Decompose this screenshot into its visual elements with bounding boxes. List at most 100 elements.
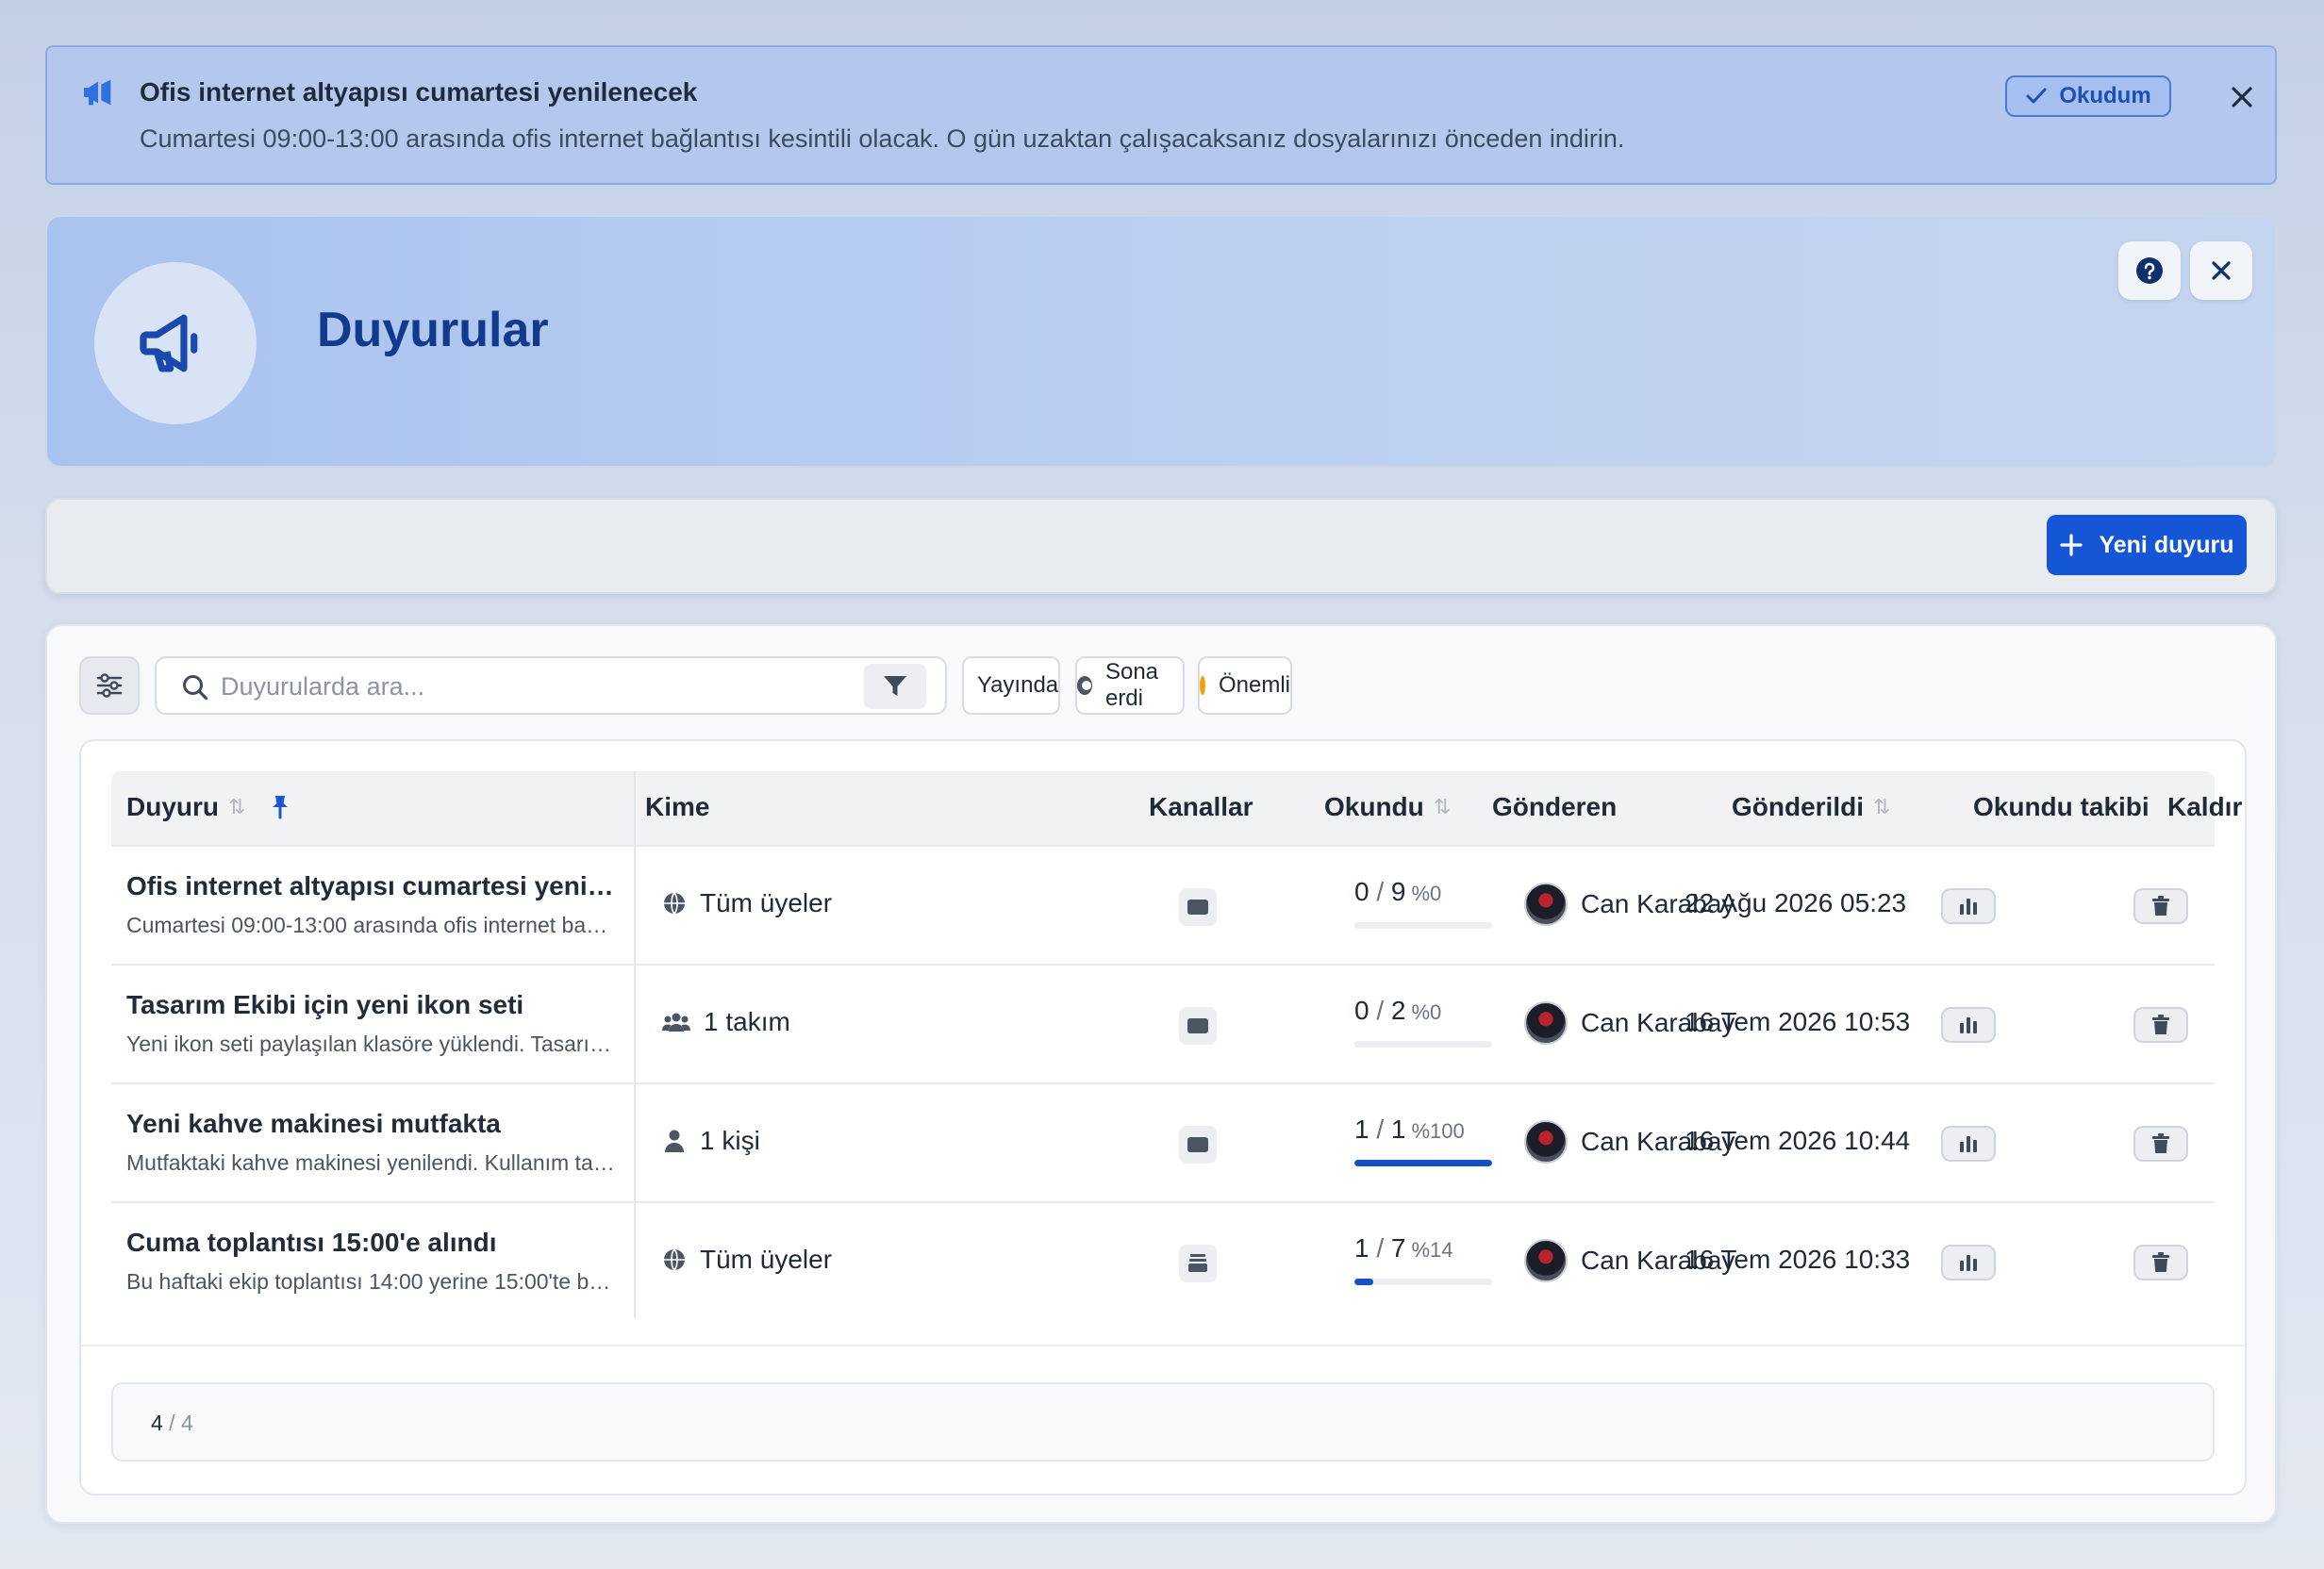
table-row[interactable]: Cuma toplantısı 15:00'e alındı Bu haftak… — [111, 1201, 2215, 1320]
banner-close-button[interactable] — [2220, 75, 2264, 119]
announcement-description: Yeni ikon seti paylaşılan klasöre yüklen… — [126, 1032, 617, 1056]
new-announcement-button[interactable]: Yeni duyuru — [2047, 515, 2247, 575]
globe-icon — [664, 1248, 685, 1271]
banner-title: Ofis internet altyapısı cumartesi yenile… — [140, 77, 698, 107]
announcement-title[interactable]: Yeni kahve makinesi mutfakta — [126, 1109, 501, 1139]
table-row[interactable]: Ofis internet altyapısı cumartesi yenile… — [111, 845, 2215, 964]
column-header-announcement[interactable]: Duyuru ⇅ — [126, 792, 292, 822]
read-tracking-button[interactable] — [1941, 1126, 1996, 1162]
header-close-button[interactable] — [2190, 241, 2252, 300]
delete-button[interactable] — [2133, 1007, 2188, 1043]
read-tracking-button[interactable] — [1941, 1245, 1996, 1280]
avatar — [1524, 883, 1568, 926]
filter-icon — [884, 676, 906, 696]
sent-date: 16 Tem 2026 10:44 — [1685, 1126, 1911, 1155]
trash-icon — [2152, 1015, 2169, 1034]
help-icon — [2136, 257, 2163, 284]
table-row[interactable]: Tasarım Ekibi için yeni ikon seti Yeni i… — [111, 964, 2215, 1082]
sent-date: 16 Tem 2026 10:53 — [1685, 1007, 1911, 1036]
close-icon — [2232, 87, 2252, 107]
avatar — [1524, 1120, 1568, 1164]
megaphone-icon — [140, 314, 198, 372]
delete-button[interactable] — [2133, 1126, 2188, 1162]
filter-chip-important[interactable]: Önemli — [1198, 656, 1292, 715]
check-icon — [2026, 88, 2047, 104]
column-header-sent[interactable]: Gönderildi ⇅ — [1732, 792, 1890, 822]
table-footer-divider — [81, 1345, 2245, 1346]
banner-text: Cumartesi 09:00-13:00 arasında ofis inte… — [140, 124, 1625, 153]
announcement-title[interactable]: Ofis internet altyapısı cumartesi yenile… — [126, 871, 617, 901]
sort-icon: ⇅ — [1433, 795, 1452, 818]
delete-button[interactable] — [2133, 1245, 2188, 1280]
column-header-read[interactable]: Okundu ⇅ — [1324, 792, 1451, 822]
row-count: 4 / 4 — [151, 1411, 193, 1435]
recipients: 1 takım — [662, 1007, 790, 1037]
channel-inapp-icon — [1179, 1126, 1217, 1164]
plus-icon — [2060, 534, 2083, 556]
search-box — [155, 656, 947, 715]
announcements-table: Duyuru ⇅ Kime Kanallar Okundu ⇅ Gönderen — [79, 739, 2247, 1495]
bar-chart-icon — [1960, 1017, 1977, 1033]
channel-inapp-icon — [1179, 1007, 1217, 1045]
recipients: Tüm üyeler — [662, 888, 832, 918]
filter-chip-expired[interactable]: Sona erdi — [1075, 656, 1185, 715]
notification-banner: Ofis internet altyapısı cumartesi yenile… — [45, 45, 2277, 185]
help-button[interactable] — [2118, 241, 2181, 300]
pin-icon[interactable] — [268, 794, 292, 820]
announcements-panel: Yayında Sona erdi Önemli Duyuru ⇅ K — [45, 624, 2277, 1524]
channel-inapp-icon — [1179, 888, 1217, 926]
globe-icon — [664, 892, 685, 915]
table-row[interactable]: Yeni kahve makinesi mutfakta Mutfaktaki … — [111, 1082, 2215, 1201]
read-progress-bar — [1354, 1041, 1492, 1048]
header-icon-circle — [94, 262, 257, 424]
warning-circle-icon — [1200, 676, 1211, 695]
trash-icon — [2152, 1133, 2169, 1153]
announcement-description: Mutfaktaki kahve makinesi yenilendi. Kul… — [126, 1150, 617, 1175]
avatar — [1524, 1001, 1568, 1045]
read-progress-bar — [1354, 922, 1492, 929]
read-tracking-button[interactable] — [1941, 1007, 1996, 1043]
person-icon — [665, 1130, 684, 1152]
page-header: Duyurular — [45, 215, 2277, 468]
chip-label: Yayında — [976, 672, 1059, 698]
sent-date: 22 Ağu 2026 05:23 — [1685, 888, 1907, 917]
read-count: 0 / 2 %0 — [1354, 996, 1442, 1025]
filter-chip-published[interactable]: Yayında — [962, 656, 1060, 715]
bar-chart-icon — [1960, 899, 1977, 915]
column-header-channels: Kanallar — [1149, 792, 1253, 821]
action-toolbar: Yeni duyuru — [45, 498, 2277, 594]
announcement-title[interactable]: Tasarım Ekibi için yeni ikon seti — [126, 990, 523, 1020]
sort-icon: ⇅ — [228, 795, 246, 818]
bar-chart-icon — [1960, 1255, 1977, 1271]
read-count: 0 / 9 %0 — [1354, 877, 1442, 906]
sort-icon: ⇅ — [1873, 795, 1891, 818]
delete-button[interactable] — [2133, 888, 2188, 924]
chip-label: Önemli — [1218, 672, 1290, 698]
sent-date: 16 Tem 2026 10:33 — [1685, 1245, 1911, 1274]
recipients: 1 kişi — [662, 1126, 760, 1156]
column-header-read-tracking: Okundu takibi — [1973, 792, 2150, 821]
chip-label: Sona erdi — [1104, 659, 1159, 711]
acknowledge-button[interactable]: Okudum — [2005, 75, 2171, 117]
read-count: 1 / 1 %100 — [1354, 1115, 1465, 1144]
trash-icon — [2152, 1252, 2169, 1272]
announcement-title[interactable]: Cuma toplantısı 15:00'e alındı — [126, 1228, 497, 1258]
announcement-description: Bu haftaki ekip toplantısı 14:00 yerine … — [126, 1269, 617, 1294]
filter-button[interactable] — [864, 664, 926, 709]
announcement-description: Cumartesi 09:00-13:00 arasında ofis inte… — [126, 913, 617, 937]
acknowledge-label: Okudum — [2059, 83, 2151, 108]
channel-stack-icon — [1179, 1245, 1217, 1282]
megaphone-icon — [84, 79, 111, 106]
new-announcement-label: Yeni duyuru — [2099, 531, 2234, 558]
column-header-recipients: Kime — [645, 792, 710, 821]
column-header-sender: Gönderen — [1492, 792, 1618, 821]
search-icon — [183, 675, 208, 701]
column-settings-button[interactable] — [79, 656, 140, 715]
read-tracking-button[interactable] — [1941, 888, 1996, 924]
read-progress-bar — [1354, 1279, 1492, 1285]
bar-chart-icon — [1960, 1136, 1977, 1152]
column-header-remove: Kaldır — [2167, 792, 2243, 821]
search-input[interactable] — [221, 668, 824, 705]
trash-icon — [2152, 896, 2169, 916]
team-icon — [662, 1013, 690, 1032]
